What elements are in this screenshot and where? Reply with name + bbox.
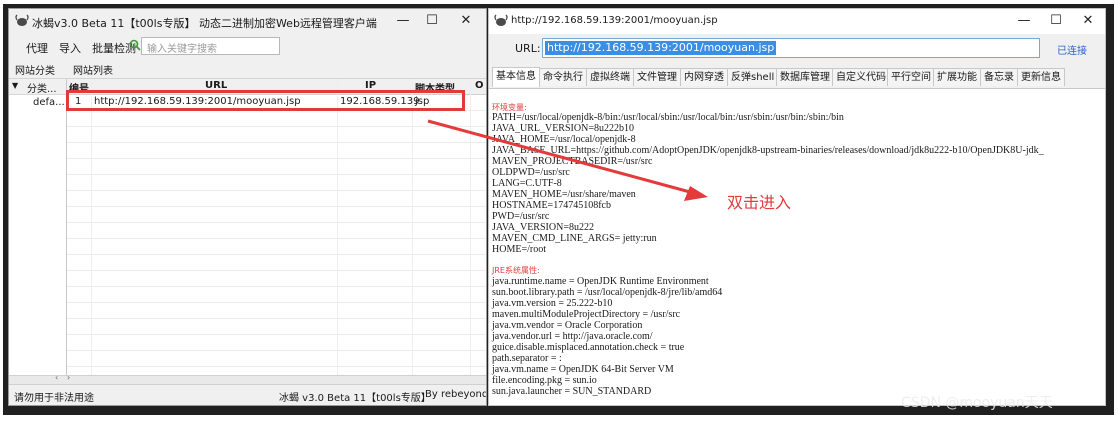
annotation-arrow-icon [427, 119, 708, 201]
annotation-text: 双击进入 [727, 193, 792, 212]
watermark: CSDN @mooyuan天天 [901, 395, 1053, 411]
